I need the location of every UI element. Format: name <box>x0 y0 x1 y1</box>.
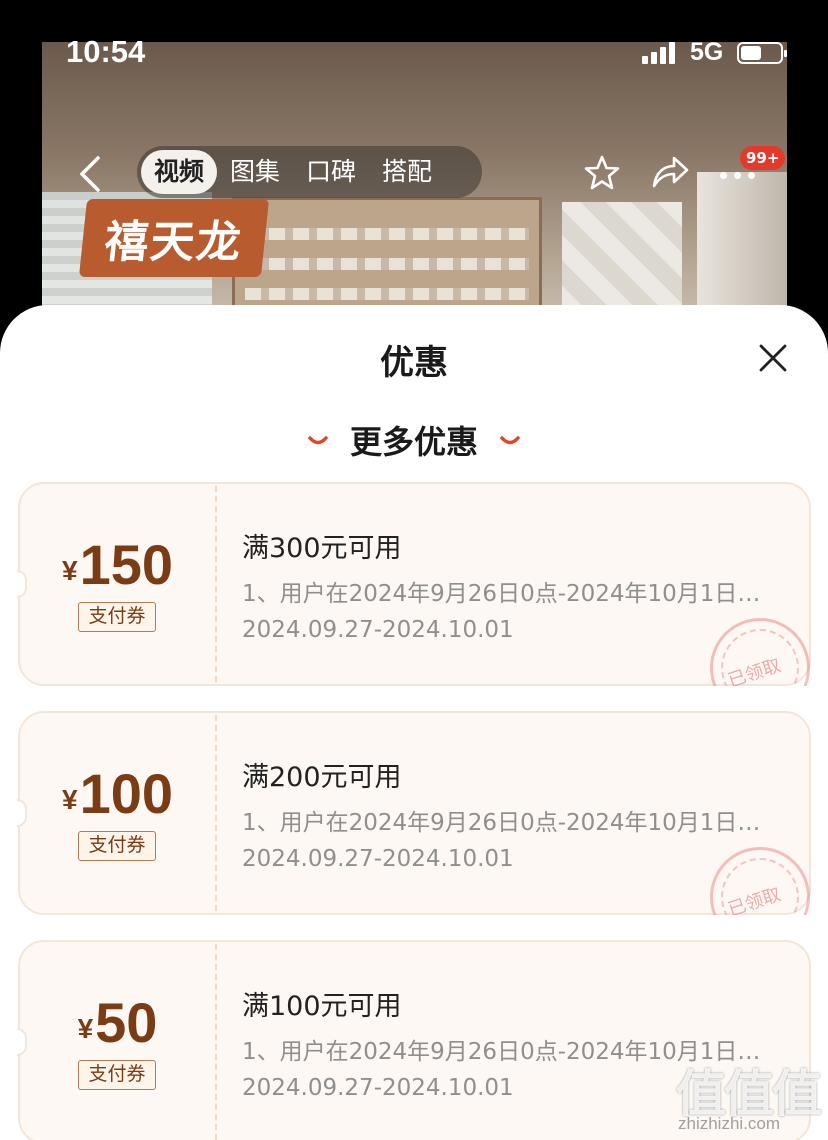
claimed-stamp: 已领取 <box>710 618 810 686</box>
coupon-card[interactable]: ¥150 支付券 满300元可用 1、用户在2024年9月26日0点-2024年… <box>17 482 811 686</box>
coupon-type-tag: 支付券 <box>78 602 156 632</box>
app-screen: 禧天龙 10:54 5G 视频 图集 口碑 搭配 99+ 优惠 更多优惠 ¥15… <box>0 0 828 1140</box>
coupon-description: 1、用户在2024年9月26日0点-2024年10月1日… <box>242 810 761 836</box>
coupon-amount: ¥100 <box>20 761 215 826</box>
amount-value: 50 <box>95 991 158 1054</box>
site-watermark: 值值值 zhizhizhi.com <box>676 1065 822 1133</box>
discount-sheet: 优惠 更多优惠 ¥150 支付券 满300元可用 1、用户在2024年9月26日… <box>0 305 828 1140</box>
amount-value: 150 <box>79 533 173 596</box>
sheet-title: 优惠 <box>380 343 448 383</box>
coupon-condition: 满300元可用 <box>242 533 402 564</box>
coupon-type-tag: 支付券 <box>78 1060 156 1090</box>
tab-reviews[interactable]: 口碑 <box>293 150 369 194</box>
currency-symbol: ¥ <box>77 1013 94 1044</box>
coupon-condition: 满200元可用 <box>242 762 402 793</box>
coupon-date-range: 2024.09.27-2024.10.01 <box>242 617 514 643</box>
amount-value: 100 <box>79 762 173 825</box>
brand-logo: 禧天龙 <box>78 199 270 277</box>
section-title: 更多优惠 <box>349 423 478 461</box>
media-tabs: 视频 图集 口碑 搭配 <box>137 146 482 198</box>
close-icon[interactable] <box>756 341 790 375</box>
tab-video[interactable]: 视频 <box>141 150 218 194</box>
notification-badge: 99+ <box>740 146 786 170</box>
coupon-type-tag: 支付券 <box>78 831 156 861</box>
favorite-star-icon[interactable] <box>583 154 621 192</box>
currency-symbol: ¥ <box>61 555 78 586</box>
signal-icon <box>642 42 680 64</box>
battery-icon <box>737 42 787 64</box>
coupon-card[interactable]: ¥100 支付券 满200元可用 1、用户在2024年9月26日0点-2024年… <box>17 711 811 915</box>
coupon-amount: ¥150 <box>20 532 215 597</box>
coupon-amount: ¥50 <box>20 990 215 1055</box>
claimed-stamp: 已领取 <box>710 847 810 915</box>
network-type: 5G <box>690 38 724 66</box>
share-arrow-icon[interactable] <box>650 154 690 190</box>
tab-gallery[interactable]: 图集 <box>217 150 293 194</box>
status-time: 10:54 <box>66 34 146 69</box>
coupon-date-range: 2024.09.27-2024.10.01 <box>242 846 514 872</box>
currency-symbol: ¥ <box>61 784 78 815</box>
coupon-description: 1、用户在2024年9月26日0点-2024年10月1日… <box>242 581 761 607</box>
coupon-date-range: 2024.09.27-2024.10.01 <box>242 1075 514 1101</box>
tab-matching[interactable]: 搭配 <box>369 150 445 194</box>
smile-decoration-icon <box>500 436 520 445</box>
back-arrow-icon[interactable] <box>76 154 106 194</box>
coupon-condition: 满100元可用 <box>242 991 402 1022</box>
